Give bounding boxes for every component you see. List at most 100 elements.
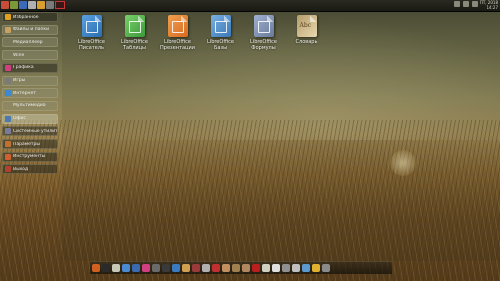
impress-icon <box>167 15 188 37</box>
top-launcher-icon[interactable] <box>28 1 36 9</box>
dock-mail-icon[interactable] <box>292 264 300 272</box>
dock-disc-icon[interactable] <box>262 264 270 272</box>
dock-clock-icon[interactable] <box>102 264 110 272</box>
base-icon <box>210 15 231 37</box>
menu-item[interactable]: Офис <box>2 113 58 124</box>
office-icon <box>5 115 11 122</box>
office-apps-grid: LibreOffice Писатель LibreOffice Таблицы Lib… <box>70 15 328 51</box>
menu-item-label: Параметры <box>13 141 40 147</box>
menu-item-label: Медиаплеер <box>13 39 43 45</box>
dock-box-icon[interactable] <box>222 264 230 272</box>
writer-icon <box>81 15 102 37</box>
menu-item[interactable]: Wine <box>2 50 58 61</box>
app-launcher[interactable]: LibreOffice Презентации <box>156 15 199 51</box>
menu-item[interactable]: Графика <box>2 62 58 73</box>
active-window-button[interactable] <box>55 1 65 9</box>
dock-calculator-icon[interactable] <box>112 264 120 272</box>
dock-terminal-icon[interactable] <box>162 264 170 272</box>
clock[interactable]: ПТ, 2018 14:27 <box>466 0 498 10</box>
app-label-line2: Словарь <box>295 39 318 45</box>
menu-spacer-icon <box>5 39 11 45</box>
app-label: LibreOffice Базы <box>207 39 234 51</box>
dock-folder-icon[interactable] <box>182 264 190 272</box>
app-label: Словарь <box>296 39 318 45</box>
app-label: LibreOffice Формулы <box>250 39 277 51</box>
app-label: LibreOffice Писатель <box>78 39 105 51</box>
app-label: LibreOffice Таблицы <box>121 39 148 51</box>
graphics-icon <box>5 64 11 71</box>
menu-item-label: Игры <box>13 78 26 83</box>
menu-item[interactable]: Мультимедиа <box>2 100 58 111</box>
tray-network-icon[interactable] <box>454 1 460 7</box>
globe-icon <box>5 90 11 97</box>
app-label-line2: Базы <box>213 45 228 51</box>
top-launcher-icon[interactable] <box>19 1 27 9</box>
clock-time: 14:27 <box>486 5 498 10</box>
dock-files-icon[interactable] <box>132 264 140 272</box>
app-label: LibreOffice Презентации <box>160 39 195 51</box>
dock-box3-icon[interactable] <box>242 264 250 272</box>
app-launcher[interactable]: LibreOffice Таблицы <box>113 15 156 51</box>
menu-item-label: Файлы и папки <box>13 27 50 33</box>
menu-item[interactable]: Системные утилиты <box>2 126 58 137</box>
dictionary-glyph: Abc <box>299 22 312 29</box>
dock-power-icon[interactable] <box>272 264 280 272</box>
app-launcher[interactable]: LibreOffice Базы <box>199 15 242 51</box>
calc-icon <box>124 15 145 37</box>
menu-item-label: Инструменты <box>13 154 46 160</box>
dock <box>90 261 392 274</box>
menu-item[interactable]: Параметры <box>2 139 58 149</box>
menu-item-label: Офис <box>13 116 26 122</box>
menu-item[interactable]: Игры <box>2 75 58 86</box>
app-label-line2: Писатель <box>79 45 104 51</box>
menu-item[interactable]: Выход <box>2 164 58 175</box>
app-label-line2: Презентации <box>160 45 195 51</box>
menu-item-label: Мультимедиа <box>13 103 46 109</box>
dock-record-icon[interactable] <box>212 264 220 272</box>
top-launcher-icon[interactable] <box>1 1 9 9</box>
menu-item[interactable]: Интернет <box>2 88 58 99</box>
dock-window-icon[interactable] <box>122 264 130 272</box>
system-icon <box>5 128 11 135</box>
menu-item[interactable]: Медиаплеер <box>2 37 58 48</box>
dock-red-icon[interactable] <box>252 264 260 272</box>
exit-icon <box>5 166 11 173</box>
dock-box2-icon[interactable] <box>232 264 240 272</box>
dock-weather-icon[interactable] <box>312 264 320 272</box>
folder-icon <box>5 26 11 33</box>
star-icon <box>5 14 11 20</box>
menu-item-label: Wine <box>13 52 25 58</box>
dock-app-icon[interactable] <box>192 264 200 272</box>
math-icon <box>253 15 274 37</box>
app-launcher[interactable]: LibreOffice Формулы <box>242 15 285 51</box>
app-launcher[interactable]: LibreOffice Писатель <box>70 15 113 51</box>
dictionary-icon: Abc <box>296 15 317 37</box>
menu-item-label: Графика <box>13 65 34 71</box>
app-label-line2: Таблицы <box>123 45 146 51</box>
app-launcher[interactable]: Abc Словарь <box>285 15 328 51</box>
dock-monitor-icon[interactable] <box>172 264 180 272</box>
dock-palette-icon[interactable] <box>142 264 150 272</box>
menu-item[interactable]: Инструменты <box>2 151 58 162</box>
settings-icon <box>5 141 11 147</box>
dock-gear-icon[interactable] <box>152 264 160 272</box>
app-label-line2: Формулы <box>251 45 276 51</box>
menu-spacer-icon <box>5 52 11 58</box>
dock-screen-icon[interactable] <box>282 264 290 272</box>
dock-star-icon[interactable] <box>92 264 100 272</box>
game-icon <box>5 77 11 84</box>
top-launcher-icon[interactable] <box>46 1 54 9</box>
top-launcher-icon[interactable] <box>37 1 45 9</box>
menu-item[interactable]: Файлы и папки <box>2 24 58 35</box>
dock-settings-icon[interactable] <box>202 264 210 272</box>
application-menu: Избранное Файлы и папки Медиаплеер Wine Граф… <box>0 12 60 180</box>
tools-icon <box>5 153 11 160</box>
menu-item-label: Системные утилиты <box>13 128 57 134</box>
menu-item[interactable]: Избранное <box>2 12 58 22</box>
dock-network-icon[interactable] <box>302 264 310 272</box>
top-panel-launchers <box>1 1 65 9</box>
dock-trash-icon[interactable] <box>322 264 330 272</box>
menu-spacer-icon <box>5 103 11 109</box>
desktop-logo-glow <box>390 150 416 176</box>
top-launcher-icon[interactable] <box>10 1 18 9</box>
